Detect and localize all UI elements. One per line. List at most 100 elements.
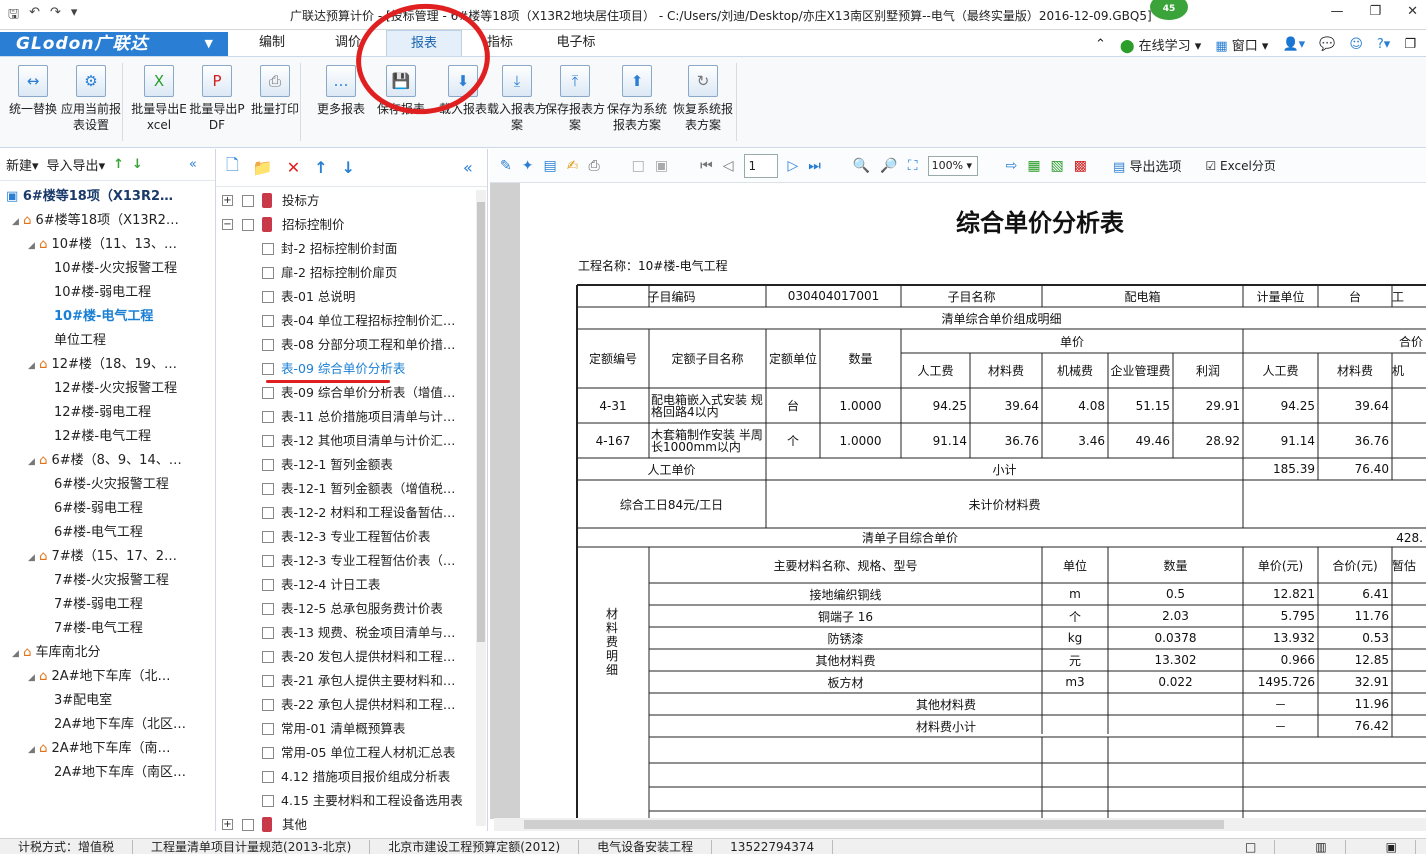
- report-checkbox[interactable]: [262, 531, 274, 543]
- arrow-down-icon[interactable]: ↓: [132, 157, 143, 172]
- tree-node[interactable]: ◢ ⌂ 车库南北分: [12, 641, 100, 665]
- collapse-ribbon-icon[interactable]: ⌃: [1095, 37, 1106, 52]
- export-pdf-icon[interactable]: ▩: [1074, 158, 1087, 174]
- move-up-icon[interactable]: ↑: [314, 158, 327, 177]
- restore-doc-icon[interactable]: ❐: [1404, 37, 1416, 52]
- ribbon-button-8[interactable]: ⤓ 载入报表方案: [486, 65, 548, 133]
- report-item[interactable]: 扉-2 招标控制价扉页: [216, 261, 476, 285]
- report-item[interactable]: − 招标控制价: [216, 213, 476, 237]
- report-item[interactable]: 表-21 承包人提供主要材料和…: [216, 669, 476, 693]
- ribbon-button-10[interactable]: ⬆ 保存为系统报表方案: [606, 65, 668, 133]
- collapse-list-icon[interactable]: «: [463, 158, 473, 177]
- expand-icon[interactable]: +: [222, 819, 233, 830]
- tree-node[interactable]: 10#楼-弱电工程: [54, 281, 151, 305]
- zoom-in-icon[interactable]: 🔍: [853, 158, 870, 174]
- report-checkbox[interactable]: [262, 411, 274, 423]
- export-options-button[interactable]: ▤ 导出选项: [1113, 156, 1181, 175]
- tree-node[interactable]: 单位工程: [54, 329, 106, 353]
- report-checkbox[interactable]: [262, 459, 274, 471]
- report-checkbox[interactable]: [262, 315, 274, 327]
- tree-node[interactable]: ◢ ⌂ 6#楼等18项（X13R2…: [12, 209, 179, 233]
- page-number-input[interactable]: 1: [743, 153, 778, 178]
- paste-icon[interactable]: ▣: [655, 158, 668, 174]
- tree-node[interactable]: 10#楼-电气工程: [54, 305, 153, 329]
- tree-node[interactable]: ◢ ⌂ 6#楼（8、9、14、…: [28, 449, 182, 473]
- undo-icon[interactable]: ↶: [29, 5, 40, 27]
- tree-node[interactable]: ◢ ⌂ 10#楼（11、13、…: [28, 233, 177, 257]
- window-menu[interactable]: ▦ 窗口 ▾: [1215, 35, 1268, 54]
- ribbon-button-1[interactable]: ⚙ 应用当前报表设置: [60, 65, 122, 133]
- tree-node[interactable]: 6#楼-弱电工程: [54, 497, 143, 521]
- expand-icon[interactable]: ◢: [28, 553, 35, 563]
- report-checkbox[interactable]: [262, 723, 274, 735]
- report-item[interactable]: 表-11 总价措施项目清单与计…: [216, 405, 476, 429]
- page-setup-icon[interactable]: ▤: [543, 158, 556, 174]
- edit-icon[interactable]: ✎: [500, 158, 512, 174]
- tree-node[interactable]: 12#楼-电气工程: [54, 425, 151, 449]
- message-icon[interactable]: 💬: [1319, 37, 1335, 52]
- tab-0[interactable]: 编制: [234, 30, 310, 56]
- report-checkbox[interactable]: [242, 819, 254, 831]
- expand-icon[interactable]: ◢: [28, 745, 35, 755]
- report-checkbox[interactable]: [262, 795, 274, 807]
- tree-node[interactable]: 10#楼-火灾报警工程: [54, 257, 177, 281]
- tree-node[interactable]: 6#楼-火灾报警工程: [54, 473, 169, 497]
- report-item[interactable]: 表-12-1 暂列金额表（增值税…: [216, 477, 476, 501]
- last-page-icon[interactable]: ⏭: [808, 158, 821, 174]
- report-checkbox[interactable]: [262, 747, 274, 759]
- tree-node[interactable]: ◢ ⌂ 2A#地下车库（北…: [28, 665, 171, 689]
- report-checkbox[interactable]: [262, 579, 274, 591]
- expand-icon[interactable]: −: [222, 219, 233, 230]
- tab-4[interactable]: 电子标: [538, 30, 614, 56]
- expand-icon[interactable]: ◢: [12, 217, 19, 227]
- report-item[interactable]: 表-20 发包人提供材料和工程…: [216, 645, 476, 669]
- report-item[interactable]: 表-13 规费、税金项目清单与…: [216, 621, 476, 645]
- report-list-scrollbar[interactable]: [476, 190, 486, 826]
- export-excel-icon[interactable]: ▦: [1027, 158, 1040, 174]
- report-item[interactable]: 封-2 招标控制价封面: [216, 237, 476, 261]
- report-checkbox[interactable]: [262, 651, 274, 663]
- report-item[interactable]: 表-04 单位工程招标控制价汇…: [216, 309, 476, 333]
- service-icon[interactable]: ☺: [1349, 37, 1363, 52]
- tree-node[interactable]: 7#楼-电气工程: [54, 617, 143, 641]
- app-logo[interactable]: GLodon广联达 ▼: [0, 32, 228, 56]
- report-item[interactable]: 表-09 综合单价分析表（增值…: [216, 381, 476, 405]
- report-item[interactable]: 常用-05 单位工程人材机汇总表: [216, 741, 476, 765]
- online-learning-button[interactable]: ⬤ 在线学习 ▾: [1120, 35, 1201, 54]
- ribbon-button-9[interactable]: ⤒ 保存报表方案: [544, 65, 606, 133]
- report-checkbox[interactable]: [262, 387, 274, 399]
- report-item[interactable]: 表-12-4 计日工表: [216, 573, 476, 597]
- report-checkbox[interactable]: [262, 699, 274, 711]
- move-down-icon[interactable]: ↓: [342, 158, 355, 177]
- tree-node[interactable]: 2A#地下车库（南区…: [54, 761, 186, 785]
- report-checkbox[interactable]: [262, 603, 274, 615]
- fit-page-icon[interactable]: ⛶: [908, 158, 918, 174]
- report-checkbox[interactable]: [262, 555, 274, 567]
- next-page-icon[interactable]: ▷: [788, 158, 799, 174]
- collapse-panel-icon[interactable]: «: [189, 157, 197, 172]
- report-item[interactable]: + 其他: [216, 813, 476, 837]
- tree-node[interactable]: ◢ ⌂ 7#楼（15、17、2…: [28, 545, 177, 569]
- tree-node[interactable]: 7#楼-火灾报警工程: [54, 569, 169, 593]
- tree-node[interactable]: ◢ ⌂ 12#楼（18、19、…: [28, 353, 177, 377]
- report-checkbox[interactable]: [262, 771, 274, 783]
- print-icon[interactable]: ⎙: [588, 158, 599, 174]
- excel-paging-checkbox[interactable]: ☑ Excel分页: [1205, 157, 1275, 174]
- expand-icon[interactable]: ◢: [28, 673, 35, 683]
- add-report-icon[interactable]: 🗋: [226, 154, 239, 181]
- ribbon-button-11[interactable]: ↻ 恢复系统报表方案: [672, 65, 734, 133]
- report-item[interactable]: 4.15 主要材料和工程设备选用表: [216, 789, 476, 813]
- report-item[interactable]: 4.12 措施项目报价组成分析表: [216, 765, 476, 789]
- ribbon-button-3[interactable]: P 批量导出PDF: [186, 65, 248, 133]
- expand-icon[interactable]: ◢: [28, 361, 35, 371]
- report-checkbox[interactable]: [262, 483, 274, 495]
- preview-horizontal-scrollbar[interactable]: [494, 818, 1426, 831]
- report-item[interactable]: 表-22 承包人提供材料和工程…: [216, 693, 476, 717]
- delete-icon[interactable]: ✕: [287, 158, 300, 177]
- report-item[interactable]: 表-12-3 专业工程暂估价表（…: [216, 549, 476, 573]
- tree-node[interactable]: 12#楼-弱电工程: [54, 401, 151, 425]
- report-checkbox[interactable]: [262, 627, 274, 639]
- report-item[interactable]: 表-08 分部分项工程和单价措…: [216, 333, 476, 357]
- report-item[interactable]: 表-09 综合单价分析表: [216, 357, 476, 381]
- first-page-icon[interactable]: ⏮: [700, 158, 713, 174]
